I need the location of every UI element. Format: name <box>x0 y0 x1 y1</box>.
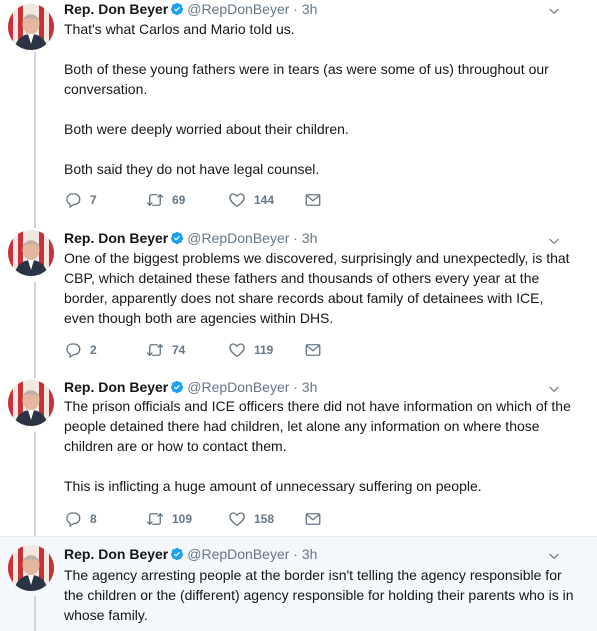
verified-badge-icon <box>170 380 184 394</box>
avatar[interactable] <box>8 545 54 591</box>
tweet[interactable]: Rep. Don Beyer @RepDonBeyer · 3h That's w… <box>0 0 597 216</box>
handle[interactable]: @RepDonBeyer <box>187 379 289 395</box>
reply-count: 2 <box>90 343 97 357</box>
chevron-down-icon[interactable] <box>547 4 561 18</box>
separator: · <box>293 230 298 246</box>
reply-button[interactable]: 8 <box>64 509 97 529</box>
retweet-count: 109 <box>172 512 193 526</box>
avatar[interactable] <box>8 380 54 426</box>
chevron-down-icon[interactable] <box>547 234 561 248</box>
retweet-icon <box>146 510 164 528</box>
tweet-text: The prison officials and ICE officers th… <box>64 398 571 494</box>
tweet-text: The agency arresting people at the borde… <box>64 567 574 623</box>
display-name[interactable]: Rep. Don Beyer <box>64 1 168 17</box>
avatar[interactable] <box>8 4 54 50</box>
retweet-icon <box>146 191 164 209</box>
reply-button[interactable]: 2 <box>64 340 97 360</box>
retweet-button[interactable]: 69 <box>146 190 185 210</box>
separator: · <box>293 546 298 562</box>
tweet[interactable]: Rep. Don Beyer @RepDonBeyer · 3h One of t… <box>0 216 597 366</box>
tweet-header: Rep. Don Beyer @RepDonBeyer · 3h <box>64 0 317 18</box>
direct-message-button[interactable] <box>304 340 330 360</box>
direct-message-button[interactable] <box>304 509 330 529</box>
thread-line <box>34 52 36 216</box>
reply-icon <box>64 510 82 528</box>
like-button[interactable]: 119 <box>228 340 273 360</box>
avatar[interactable] <box>8 230 54 276</box>
handle[interactable]: @RepDonBeyer <box>187 1 289 17</box>
reply-count: 7 <box>90 193 97 207</box>
tweet-header: Rep. Don Beyer @RepDonBeyer · 3h <box>64 378 317 396</box>
verified-badge-icon <box>170 231 184 245</box>
retweet-icon <box>146 341 164 359</box>
timestamp[interactable]: 3h <box>302 379 318 395</box>
handle[interactable]: @RepDonBeyer <box>187 230 289 246</box>
thread-feed: Rep. Don Beyer @RepDonBeyer · 3h That's w… <box>0 0 597 631</box>
tweet-header: Rep. Don Beyer @RepDonBeyer · 3h <box>64 545 317 563</box>
tweet[interactable]: Rep. Don Beyer @RepDonBeyer · 3h The agen… <box>0 537 597 631</box>
envelope-icon <box>304 341 322 359</box>
timestamp[interactable]: 3h <box>302 546 318 562</box>
chevron-down-icon[interactable] <box>547 382 561 396</box>
thread-line <box>34 596 36 631</box>
thread-line <box>34 366 36 378</box>
retweet-count: 69 <box>172 193 186 207</box>
retweet-button[interactable]: 74 <box>146 340 185 360</box>
reply-button[interactable]: 7 <box>64 190 97 210</box>
like-count: 119 <box>254 343 274 357</box>
like-button[interactable]: 158 <box>228 509 274 529</box>
retweet-button[interactable]: 109 <box>146 509 192 529</box>
handle[interactable]: @RepDonBeyer <box>187 546 289 562</box>
display-name[interactable]: Rep. Don Beyer <box>64 379 168 395</box>
chevron-down-icon[interactable] <box>547 549 561 563</box>
display-name[interactable]: Rep. Don Beyer <box>64 546 168 562</box>
tweet[interactable]: Rep. Don Beyer @RepDonBeyer · 3h The pris… <box>0 366 597 536</box>
envelope-icon <box>304 510 322 528</box>
like-count: 144 <box>254 193 275 207</box>
tweet-text: One of the biggest problems we discovere… <box>64 250 570 326</box>
verified-badge-icon <box>170 547 184 561</box>
reply-count: 8 <box>90 512 97 526</box>
timestamp[interactable]: 3h <box>302 230 318 246</box>
thread-line <box>34 216 36 228</box>
heart-icon <box>228 510 246 528</box>
verified-badge-icon <box>170 2 184 16</box>
tweet-header: Rep. Don Beyer @RepDonBeyer · 3h <box>64 229 317 247</box>
display-name[interactable]: Rep. Don Beyer <box>64 230 168 246</box>
thread-line <box>34 432 36 536</box>
reply-icon <box>64 191 82 209</box>
like-count: 158 <box>254 512 275 526</box>
reply-icon <box>64 341 82 359</box>
tweet-text: That's what Carlos and Mario told us. Bo… <box>64 21 549 177</box>
direct-message-button[interactable] <box>304 190 330 210</box>
like-button[interactable]: 144 <box>228 190 274 210</box>
heart-icon <box>228 191 246 209</box>
thread-line <box>34 282 36 366</box>
separator: · <box>293 379 298 395</box>
envelope-icon <box>304 191 322 209</box>
timestamp[interactable]: 3h <box>302 1 318 17</box>
separator: · <box>293 1 298 17</box>
heart-icon <box>228 341 246 359</box>
retweet-count: 74 <box>172 343 186 357</box>
